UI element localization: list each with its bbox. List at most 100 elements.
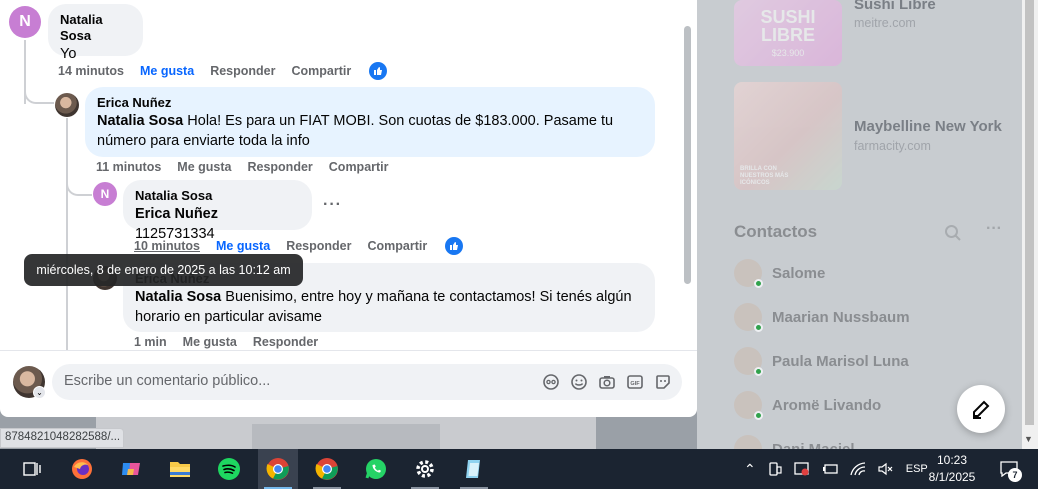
share-button[interactable]: Compartir [329, 160, 389, 174]
file-explorer-icon[interactable] [160, 449, 200, 489]
ad-title-maybelline[interactable]: Maybelline New York [854, 118, 1002, 135]
like-button[interactable]: Me gusta [140, 64, 194, 78]
gif-icon[interactable]: GIF [625, 372, 645, 392]
contact-name: Aromë Livando [772, 396, 882, 414]
reply-button[interactable]: Responder [253, 335, 318, 349]
copilot-icon[interactable] [111, 449, 151, 489]
settings-icon[interactable] [405, 449, 445, 489]
thread-line [66, 118, 68, 351]
avatar-sticker-icon[interactable] [541, 372, 561, 392]
ad-title-sushi[interactable]: Sushi Libre [854, 0, 936, 13]
contact-avatar [734, 347, 763, 376]
phone-link-icon[interactable] [768, 462, 782, 476]
comment-time[interactable]: 14 minutos [58, 64, 124, 78]
notes-app-icon[interactable] [454, 449, 494, 489]
chrome-icon[interactable] [307, 449, 347, 489]
window-scrollbar-thumb[interactable] [1025, 0, 1034, 425]
comment-actions: 11 minutos Me gusta Responder Compartir [96, 160, 389, 174]
avatar-letter: N [19, 13, 31, 30]
comment-bubble: Natalia Sosa Erica Nuñez 1125731334 [123, 180, 312, 242]
avatar[interactable]: N [9, 6, 41, 38]
background-post-image [252, 424, 440, 449]
online-dot [754, 323, 763, 332]
comment-author[interactable]: Natalia Sosa [60, 12, 131, 44]
comment-text: Yo [60, 46, 77, 62]
svg-text:GIF: GIF [630, 381, 640, 387]
whatsapp-icon[interactable] [356, 449, 396, 489]
comment-time[interactable]: 11 minutos [96, 160, 161, 174]
contact-item[interactable]: Paula Marisol Luna [734, 347, 909, 376]
comment-input-placeholder: Escribe un comentario público... [64, 373, 271, 389]
comments-modal: N Natalia Sosa Yo 14 minutos Me gusta Re… [0, 0, 697, 417]
avatar[interactable] [55, 93, 79, 117]
contacts-search-icon[interactable] [944, 224, 962, 247]
like-button[interactable]: Me gusta [177, 160, 231, 174]
avatar[interactable]: N [93, 182, 117, 206]
like-reaction-icon[interactable] [445, 237, 464, 255]
reply-button[interactable]: Responder [247, 160, 312, 174]
notifications-icon[interactable]: 7 [992, 449, 1026, 489]
comment-input[interactable]: Escribe un comentario público... GIF [52, 364, 682, 400]
comment-author[interactable]: Natalia Sosa [135, 188, 300, 204]
like-reaction-icon[interactable] [369, 62, 388, 80]
comment-body: Natalia Sosa Hola! Es para un FIAT MOBI.… [97, 111, 643, 151]
sticker-icon[interactable] [653, 372, 673, 392]
chrome-profile-icon[interactable] [258, 449, 298, 489]
contact-avatar [734, 391, 763, 420]
volume-muted-icon[interactable] [878, 462, 894, 476]
comment-bubble: Natalia Sosa Yo [48, 4, 143, 62]
contact-name: Maarian Nussbaum [772, 308, 910, 326]
comment-author[interactable]: Erica Nuñez [97, 95, 643, 111]
comment-time[interactable]: 1 min [134, 335, 167, 349]
contacts-more-icon[interactable]: ··· [986, 220, 1002, 238]
task-view-icon[interactable] [12, 449, 52, 489]
contact-avatar [734, 303, 763, 332]
wifi-icon[interactable] [850, 462, 866, 476]
scroll-down-arrow-icon[interactable]: ▼ [1024, 434, 1033, 444]
reply-button[interactable]: Responder [210, 64, 275, 78]
avatar-letter: N [100, 187, 110, 201]
contact-item[interactable]: Salome [734, 259, 826, 288]
like-button[interactable]: Me gusta [183, 335, 237, 349]
comments-scrollbar-thumb[interactable] [684, 26, 691, 284]
antivirus-icon[interactable] [794, 462, 810, 476]
contact-name: Salome [772, 264, 826, 282]
ad-image-maybelline[interactable]: BRILLA CON NUESTROS MÁS ICÓNICOS [734, 82, 842, 190]
ad-url-sushi[interactable]: meitre.com [854, 16, 916, 30]
ad-image-sushi-price: $23.900 [771, 48, 805, 58]
camera-icon[interactable] [597, 372, 617, 392]
comment-time[interactable]: 10 minutos [134, 239, 200, 253]
battery-icon[interactable] [822, 463, 838, 475]
comment-options-icon[interactable]: ··· [323, 196, 342, 214]
clock-time: 10:23 [936, 453, 968, 467]
new-message-button[interactable] [957, 385, 1005, 433]
spotify-icon[interactable] [209, 449, 249, 489]
contact-item[interactable]: Aromë Livando [734, 391, 882, 420]
avatar-dropdown-icon[interactable]: ⌄ [33, 386, 46, 399]
system-tray: ⌃ ESP [744, 449, 928, 489]
contact-avatar [734, 259, 763, 288]
online-dot [754, 279, 763, 288]
comment-body: Natalia Sosa Buenisimo, entre hoy y maña… [135, 287, 643, 327]
mention-link[interactable]: Erica Nuñez [135, 206, 218, 222]
ad-image-sushi[interactable]: SUSHI LIBRE $23.900 [734, 0, 842, 66]
contact-item[interactable]: Maarian Nussbaum [734, 303, 910, 332]
comments-list[interactable]: N Natalia Sosa Yo 14 minutos Me gusta Re… [0, 0, 697, 351]
like-button[interactable]: Me gusta [216, 239, 270, 253]
mention-link[interactable]: Natalia Sosa [97, 113, 183, 129]
contacts-title: Contactos [734, 222, 818, 241]
share-button[interactable]: Compartir [367, 239, 427, 253]
thread-connector [24, 80, 54, 104]
ad-url-maybelline[interactable]: farmacity.com [854, 139, 931, 153]
comment-actions: 1 min Me gusta Responder [134, 335, 318, 349]
windows-taskbar: ⌃ ESP 10:23 8/1/2025 7 [0, 449, 1038, 489]
ad-image-maybelline-caption: BRILLA CON NUESTROS MÁS ICÓNICOS [740, 166, 789, 186]
firefox-icon[interactable] [62, 449, 102, 489]
reply-button[interactable]: Responder [286, 239, 351, 253]
taskbar-clock[interactable]: 10:23 8/1/2025 [920, 452, 984, 486]
tooltip-text: miércoles, 8 de enero de 2025 a las 10:1… [36, 263, 291, 277]
show-hidden-icons-icon[interactable]: ⌃ [744, 461, 756, 478]
share-button[interactable]: Compartir [291, 64, 351, 78]
emoji-icon[interactable] [569, 372, 589, 392]
mention-link[interactable]: Natalia Sosa [135, 289, 221, 305]
